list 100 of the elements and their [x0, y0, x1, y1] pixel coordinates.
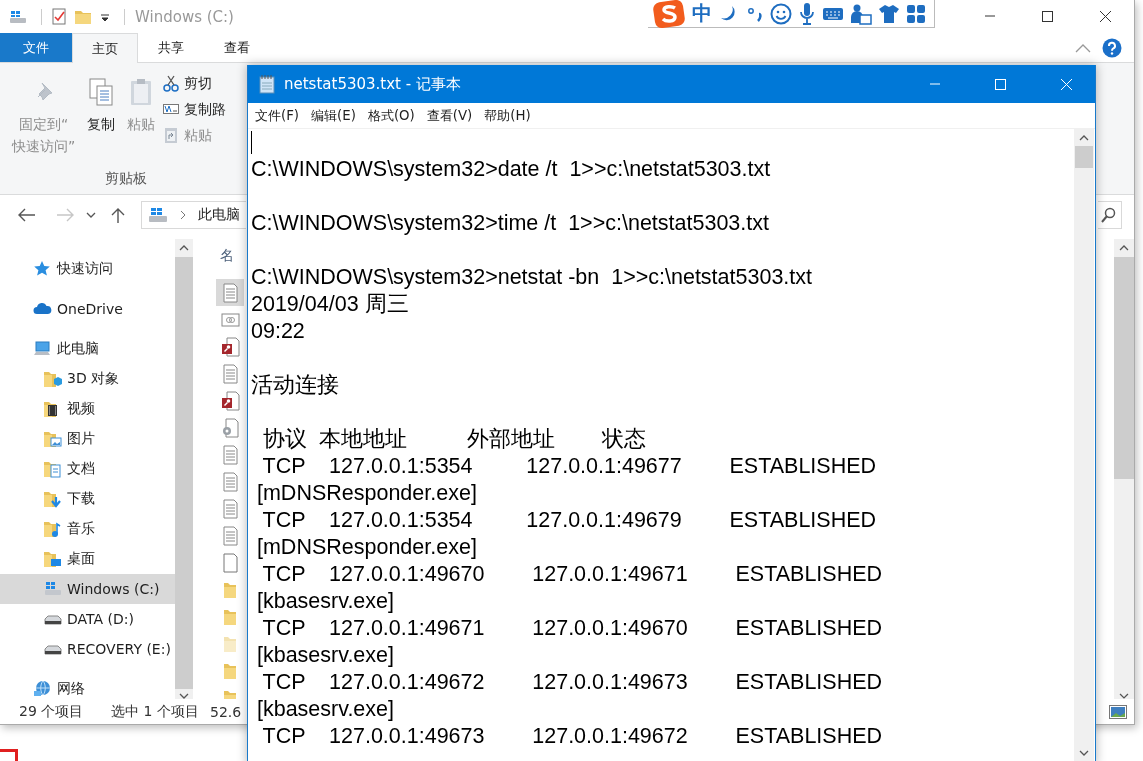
text-line: [kbasesrv.exe]: [255, 696, 395, 723]
text-file-icon: [220, 525, 240, 546]
ribbon-button[interactable]: 复制: [81, 75, 122, 137]
text-line: C:\WINDOWS\system32>time /t 1>>c:\netstat5303.txt: [251, 210, 770, 237]
text-file-icon: [220, 444, 240, 465]
text-line: TCP 127.0.0.1:49673 127.0.0.1:49672 ESTABLISHED: [261, 723, 884, 750]
dropdown-icon[interactable]: [86, 211, 96, 219]
nav-item[interactable]: Windows (C:): [0, 574, 176, 604]
text-line: TCP 127.0.0.1:5354 127.0.0.1:49679 ESTABLISHED: [261, 507, 878, 534]
help-icon[interactable]: [1102, 37, 1122, 58]
folder-icon: [43, 520, 63, 538]
shirt-icon[interactable]: [878, 3, 900, 24]
address-field[interactable]: 此电脑: [141, 201, 246, 229]
back-icon[interactable]: [18, 208, 36, 222]
input-mode-toggle[interactable]: 中: [692, 0, 712, 27]
checklist-icon[interactable]: [52, 8, 66, 25]
copy-icon: [87, 77, 116, 107]
clipboard-icon: [163, 127, 180, 144]
nav-item[interactable]: 视频: [0, 394, 176, 424]
nav-item[interactable]: 音乐: [0, 514, 176, 544]
scroll-down-icon: [179, 693, 190, 699]
window-title: netstat5303.txt - 记事本: [284, 74, 461, 94]
text-line: [kbasesrv.exe]: [255, 642, 395, 669]
pc-icon: [148, 207, 168, 223]
text-file-icon: [220, 282, 240, 303]
gear-file-icon: [220, 417, 240, 438]
text-line: TCP 127.0.0.1:49670 127.0.0.1:49671 ESTABLISHED: [261, 561, 884, 588]
ribbon-button[interactable]: 剪切: [163, 73, 227, 94]
status-text: 选中 1 个项目: [111, 702, 200, 721]
scroll-down-icon: [1119, 693, 1129, 699]
nav-item[interactable]: 网络: [0, 674, 176, 699]
ribbon-tab[interactable]: 查看: [204, 33, 270, 62]
close-icon: [1059, 77, 1073, 91]
key-file-icon: [220, 390, 240, 411]
text-file-icon: [220, 471, 240, 492]
search-field[interactable]: [1098, 201, 1122, 229]
scroll-up-icon: [1079, 135, 1089, 141]
nav-item[interactable]: 3D 对象: [0, 364, 176, 394]
forward-icon[interactable]: [56, 208, 74, 222]
text-line: TCP 127.0.0.1:5354 127.0.0.1:49677 ESTABLISHED: [261, 453, 878, 480]
text-line: [mDNSResponder.exe]: [255, 480, 478, 507]
status-text: 29 个项目: [19, 702, 85, 721]
menu-item[interactable]: 查看(V): [420, 104, 479, 127]
text-line: 09:22: [251, 318, 306, 345]
chevron-icon: [180, 210, 186, 220]
nav-item[interactable]: DATA (D:): [0, 604, 176, 634]
picture-view-icon[interactable]: [1109, 704, 1127, 719]
key-file-icon: [220, 336, 240, 357]
computer-icon: [33, 340, 53, 358]
nav-item[interactable]: OneDrive: [0, 294, 176, 324]
user-icon[interactable]: [850, 2, 872, 25]
text-file-icon: [220, 498, 240, 519]
file-tab[interactable]: 文件: [0, 33, 72, 62]
collapse-ribbon-icon[interactable]: [1075, 42, 1091, 53]
ribbon-button[interactable]: 复制路: [163, 99, 227, 120]
blank-file-icon: [220, 552, 240, 573]
window-title: Windows (C:): [135, 7, 234, 26]
scroll-down-icon: [1079, 750, 1089, 756]
menu-item[interactable]: 帮助(H): [478, 104, 537, 127]
text-file-icon: [220, 363, 240, 384]
ribbon-tab[interactable]: 共享: [138, 33, 204, 62]
folder-icon[interactable]: [74, 8, 92, 25]
maximize-icon: [1040, 10, 1054, 23]
column-header[interactable]: 名: [212, 239, 241, 279]
text-line: C:\WINDOWS\system32>netstat -bn 1>>c:\netstat5303.txt: [251, 264, 814, 291]
text-line: [mDNSResponder.exe]: [255, 534, 478, 561]
ribbon-tab[interactable]: 主页: [72, 33, 138, 63]
menu-item[interactable]: 格式(O): [361, 104, 421, 127]
scrollbar[interactable]: [1114, 239, 1134, 699]
scroll-up-icon: [1119, 245, 1129, 251]
microphone-icon[interactable]: [798, 1, 816, 26]
text-line: 2019/04/03 周三: [251, 291, 410, 318]
drive-icon[interactable]: [9, 9, 27, 24]
scroll-up-icon: [179, 245, 190, 251]
nav-item[interactable]: 桌面: [0, 544, 176, 574]
grid-icon[interactable]: [906, 3, 926, 24]
folder-icon: [43, 460, 63, 478]
nav-item[interactable]: 此电脑: [0, 334, 176, 364]
star-icon: [33, 260, 53, 278]
smiley-icon[interactable]: [770, 2, 792, 25]
s-logo-icon[interactable]: [652, 0, 686, 29]
status-text: 52.6: [210, 703, 242, 720]
nav-item[interactable]: 下载: [0, 484, 176, 514]
menu-item[interactable]: 编辑(E): [305, 104, 362, 127]
scrollbar[interactable]: [1074, 129, 1094, 761]
menu-item[interactable]: 文件(F): [249, 104, 306, 127]
caret-icon[interactable]: [100, 11, 110, 22]
nav-item[interactable]: 快速访问: [0, 254, 176, 284]
network-icon: [33, 680, 53, 698]
search-icon: [1100, 207, 1116, 223]
nav-item[interactable]: RECOVERY (E:): [0, 634, 176, 664]
nav-item[interactable]: 文档: [0, 454, 176, 484]
nav-item[interactable]: 图片: [0, 424, 176, 454]
text-line: 协议 本地地址 外部地址 状态: [261, 426, 648, 453]
folder-icon: [43, 430, 63, 448]
text-line: 活动连接: [251, 372, 340, 399]
up-icon[interactable]: [111, 206, 125, 224]
scrollbar-thumb[interactable]: [1075, 146, 1093, 168]
keyboard-icon[interactable]: [822, 5, 844, 22]
scrollbar-thumb[interactable]: [1114, 256, 1134, 480]
